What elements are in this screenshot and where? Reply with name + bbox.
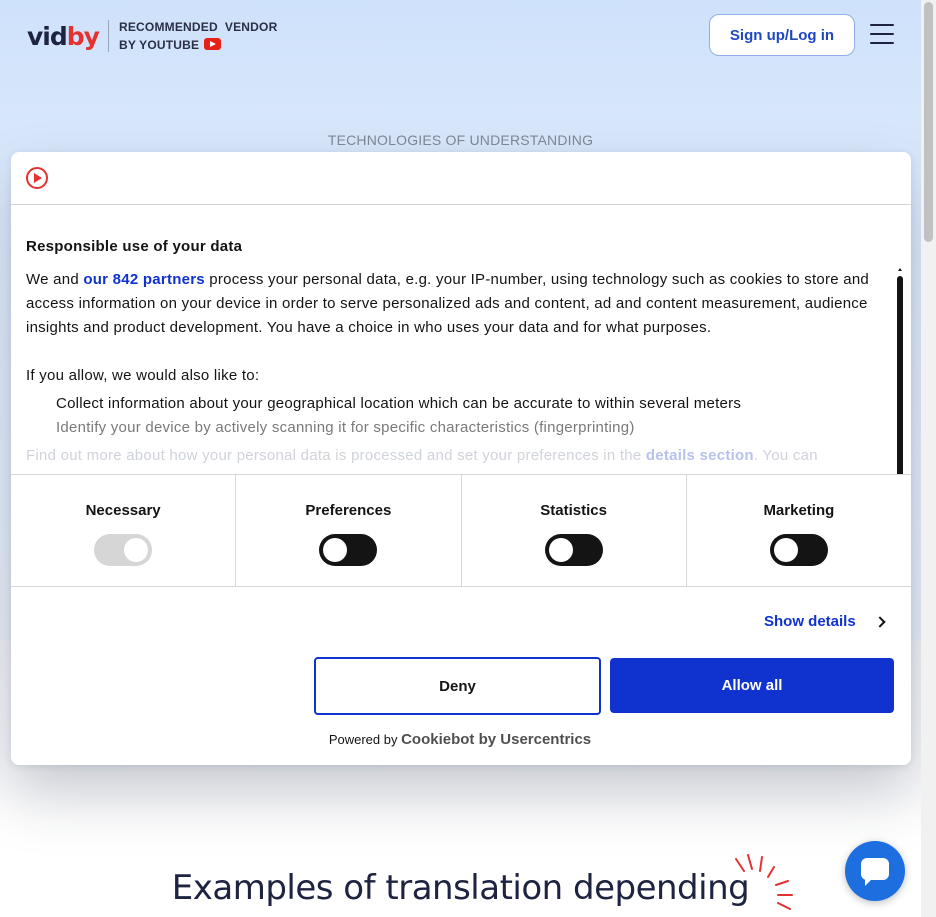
dialog-allow-text: If you allow, we would also like to:: [26, 367, 260, 384]
allow-all-button[interactable]: Allow all: [610, 658, 894, 713]
category-label: Marketing: [763, 502, 835, 519]
vendor-line-1: RECOMMENDED VENDOR: [118, 20, 278, 34]
list-item: Identify your device by actively scannin…: [56, 419, 635, 436]
dialog-intro-text: We and our 842 partners process your per…: [26, 271, 870, 336]
show-details-label: Show details: [764, 613, 856, 630]
vidby-logo[interactable]: vidby RECOMMENDED VENDOR BY YOUTUBE: [27, 18, 277, 54]
hamburger-icon[interactable]: [870, 24, 894, 46]
vendor-line-2: BY YOUTUBE: [118, 38, 200, 52]
hero-tagline: TECHNOLOGIES OF UNDERSTANDING: [327, 132, 594, 148]
dialog-scroll-thumb[interactable]: [897, 276, 903, 474]
dialog-title: Responsible use of your data: [26, 238, 243, 255]
show-details-link[interactable]: Show details: [764, 613, 886, 630]
dialog-header: [11, 152, 911, 205]
category-label: Preferences: [305, 502, 392, 519]
logo-wordmark: vidby: [27, 21, 100, 51]
statistics-toggle[interactable]: [544, 534, 603, 566]
dialog-scrollbar[interactable]: [896, 268, 904, 474]
category-label: Necessary: [85, 502, 161, 519]
deny-button[interactable]: Deny: [314, 657, 601, 715]
page-scrollbar[interactable]: [921, 0, 936, 917]
cookiebot-logo-icon: [26, 167, 48, 189]
page-scroll-thumb[interactable]: [924, 2, 933, 242]
chat-widget-button[interactable]: [845, 841, 905, 901]
powered-by: Powered by Cookiebot by Usercentrics: [328, 731, 592, 748]
preferences-toggle[interactable]: [319, 534, 378, 566]
scroll-up-arrow-icon[interactable]: [898, 268, 902, 271]
necessary-toggle: [94, 534, 153, 566]
category-statistics: Statistics: [462, 475, 687, 586]
category-marketing: Marketing: [687, 475, 911, 586]
list-item: Collect information about your geographi…: [56, 395, 742, 412]
partners-link[interactable]: our 842 partners: [83, 271, 205, 288]
chevron-right-icon: [874, 615, 886, 628]
consent-categories: Necessary Preferences Statistics Marketi…: [11, 474, 911, 587]
category-preferences: Preferences: [236, 475, 462, 586]
cookiebot-brand-link[interactable]: Cookiebot by Usercentrics: [401, 731, 591, 748]
youtube-icon: [204, 38, 222, 50]
marketing-toggle[interactable]: [769, 534, 828, 566]
category-label: Statistics: [540, 502, 607, 519]
dialog-body[interactable]: Responsible use of your data We and our …: [11, 206, 911, 474]
logo-divider: [107, 20, 109, 52]
details-section-link[interactable]: details section: [646, 447, 754, 464]
dialog-details-text: Find out more about how your personal da…: [26, 447, 818, 464]
category-necessary: Necessary: [11, 475, 237, 586]
signup-login-button[interactable]: Sign up/Log in: [709, 14, 855, 56]
vendor-badge: RECOMMENDED VENDOR BY YOUTUBE: [119, 18, 277, 54]
chat-icon: [861, 858, 889, 886]
sparkle-decoration-icon: [735, 854, 793, 910]
cookie-consent-dialog: Responsible use of your data We and our …: [11, 152, 911, 765]
